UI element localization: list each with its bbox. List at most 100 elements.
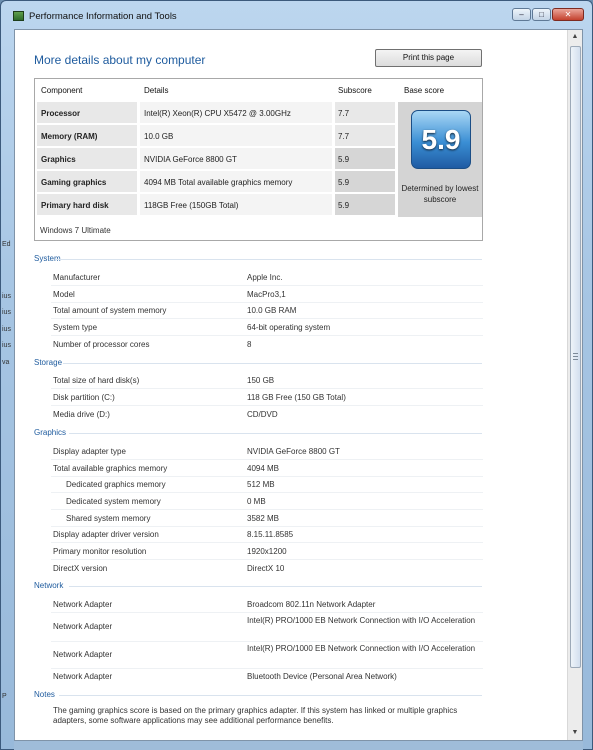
- row-divider: [51, 405, 483, 406]
- row-divider: [51, 302, 483, 303]
- caption-buttons: – □ ✕: [512, 8, 584, 21]
- row-divider: [51, 335, 483, 336]
- component-name: Gaming graphics: [37, 171, 137, 192]
- maximize-button[interactable]: □: [532, 8, 551, 21]
- detail-label: Total amount of system memory: [53, 306, 167, 315]
- header-subscore: Subscore: [338, 86, 372, 95]
- base-score-caption: Determined by lowest subscore: [401, 184, 479, 204]
- component-details: NVIDIA GeForce 8800 GT: [140, 148, 332, 169]
- component-name: Processor: [37, 102, 137, 123]
- detail-value: Apple Inc.: [247, 273, 283, 282]
- row-divider: [51, 612, 483, 613]
- base-score-panel: 5.9 Determined by lowest subscore: [398, 102, 482, 217]
- detail-value: 8.15.11.8585: [247, 530, 294, 539]
- section-title-graphics: Graphics: [34, 428, 67, 437]
- detail-value: 8: [247, 340, 252, 349]
- detail-value: Intel(R) PRO/1000 EB Network Connection …: [247, 644, 476, 653]
- detail-value: 64-bit operating system: [247, 323, 331, 332]
- row-divider: [51, 641, 483, 642]
- window-title: Performance Information and Tools: [29, 11, 177, 22]
- header-base-score: Base score: [404, 86, 445, 95]
- section-divider: [59, 695, 482, 696]
- detail-label: Network Adapter: [53, 600, 113, 609]
- detail-label: Manufacturer: [53, 273, 101, 282]
- detail-label: Model: [53, 290, 75, 299]
- component-name: Graphics: [37, 148, 137, 169]
- scroll-down-arrow-icon[interactable]: ▼: [570, 729, 580, 736]
- row-divider: [51, 388, 483, 389]
- row-divider: [51, 459, 483, 460]
- row-divider: [51, 668, 483, 669]
- detail-value: MacPro3,1: [247, 290, 286, 299]
- section-title-storage: Storage: [34, 358, 63, 367]
- row-divider: [51, 492, 483, 493]
- minimize-button[interactable]: –: [512, 8, 531, 21]
- grip-line: [573, 356, 578, 357]
- os-edition: Windows 7 Ultimate: [40, 226, 111, 235]
- section-divider: [69, 433, 482, 434]
- detail-value: CD/DVD: [247, 410, 278, 419]
- detail-label: Network Adapter: [53, 672, 113, 681]
- base-score-badge: 5.9: [411, 110, 471, 169]
- component-details: 118GB Free (150GB Total): [140, 194, 332, 215]
- detail-value: 3582 MB: [247, 514, 280, 523]
- detail-value: 512 MB: [247, 480, 275, 489]
- detail-label: Disk partition (C:): [53, 393, 115, 402]
- print-button[interactable]: Print this page: [375, 49, 482, 67]
- grip-line: [573, 359, 578, 360]
- detail-value: DirectX 10: [247, 564, 285, 573]
- detail-label: DirectX version: [53, 564, 108, 573]
- scrollbar-thumb[interactable]: [570, 46, 581, 668]
- scroll-up-arrow-icon[interactable]: ▲: [570, 33, 580, 40]
- behind-text: ius: [2, 293, 11, 300]
- detail-label: Display adapter type: [53, 447, 126, 456]
- score-table: Component Details Subscore Base score Pr…: [34, 78, 483, 241]
- subscore-value: 5.9: [335, 194, 395, 215]
- section-divider: [63, 363, 482, 364]
- section-divider: [69, 586, 482, 587]
- detail-label: Dedicated graphics memory: [66, 480, 166, 489]
- section-title-notes: Notes: [34, 690, 55, 699]
- performance-app-icon: [13, 11, 24, 21]
- subscore-value: 7.7: [335, 125, 395, 146]
- subscore-value: 5.9: [335, 148, 395, 169]
- window-frame: Performance Information and Tools – □ ✕ …: [0, 0, 593, 750]
- detail-label: Shared system memory: [66, 514, 151, 523]
- detail-label: Total size of hard disk(s): [53, 376, 140, 385]
- detail-value: Bluetooth Device (Personal Area Network): [247, 672, 397, 681]
- row-divider: [51, 509, 483, 510]
- component-details: 4094 MB Total available graphics memory: [140, 171, 332, 192]
- detail-label: Total available graphics memory: [53, 464, 168, 473]
- row-divider: [51, 542, 483, 543]
- vertical-scrollbar[interactable]: ▲ ▼: [567, 30, 582, 740]
- detail-value: Broadcom 802.11n Network Adapter: [247, 600, 376, 609]
- detail-label: System type: [53, 323, 98, 332]
- header-component: Component: [41, 86, 83, 95]
- page-title: More details about my computer: [34, 53, 206, 67]
- header-details: Details: [144, 86, 169, 95]
- subscore-value: 7.7: [335, 102, 395, 123]
- detail-label: Primary monitor resolution: [53, 547, 147, 556]
- title-bar[interactable]: Performance Information and Tools – □ ✕: [1, 1, 592, 31]
- detail-value: NVIDIA GeForce 8800 GT: [247, 447, 340, 456]
- detail-value: 4094 MB: [247, 464, 280, 473]
- background-window-fragment: Ed ius ius ius ius va P: [1, 231, 14, 701]
- row-divider: [51, 476, 483, 477]
- details-content: More details about my computer Print thi…: [14, 29, 583, 741]
- component-details: Intel(R) Xeon(R) CPU X5472 @ 3.00GHz: [140, 102, 332, 123]
- close-button[interactable]: ✕: [552, 8, 584, 21]
- detail-label: Network Adapter: [53, 622, 113, 631]
- detail-value: 150 GB: [247, 376, 275, 385]
- component-name: Memory (RAM): [37, 125, 137, 146]
- detail-label: Media drive (D:): [53, 410, 110, 419]
- behind-text: P: [2, 693, 7, 700]
- component-name: Primary hard disk: [37, 194, 137, 215]
- behind-text: ius: [2, 342, 11, 349]
- detail-label: Network Adapter: [53, 650, 113, 659]
- detail-value: Intel(R) PRO/1000 EB Network Connection …: [247, 616, 476, 625]
- grip-line: [573, 353, 578, 354]
- detail-value: 1920x1200: [247, 547, 287, 556]
- notes-text: The gaming graphics score is based on th…: [53, 706, 458, 725]
- row-divider: [51, 318, 483, 319]
- detail-value: 0 MB: [247, 497, 266, 506]
